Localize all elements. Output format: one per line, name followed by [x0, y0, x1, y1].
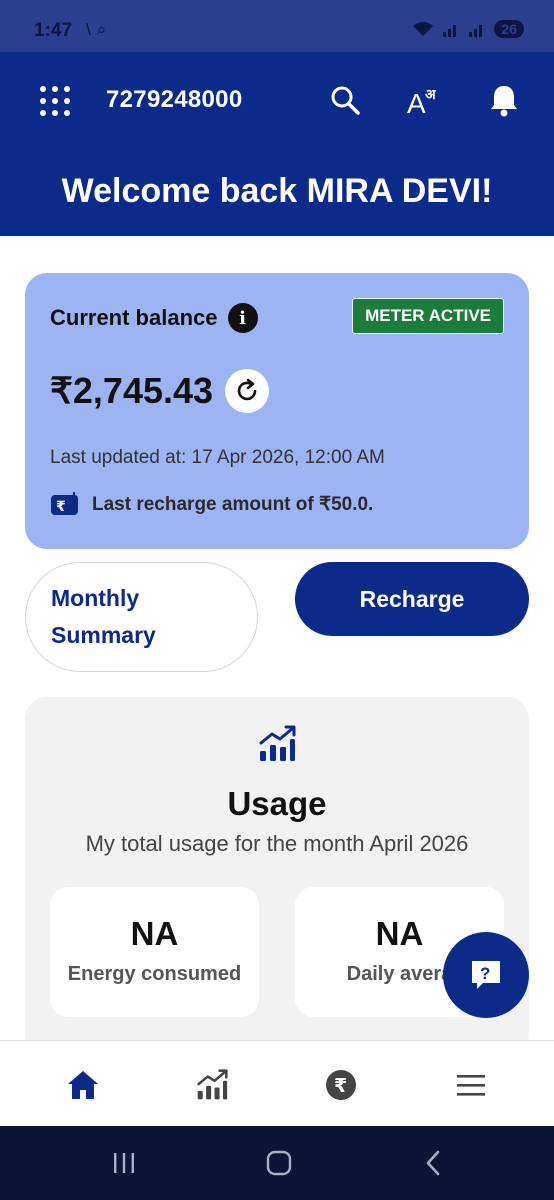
- svg-text:₹: ₹: [56, 499, 66, 515]
- signal-icon-2: [469, 25, 483, 37]
- usage-subtitle: My total usage for the month April 2026: [85, 831, 469, 856]
- usage-title: Usage: [227, 785, 327, 822]
- svg-text:अ: अ: [425, 87, 437, 103]
- monthly-summary-button[interactable]: Monthly Summary: [25, 562, 258, 672]
- status-bar: 1:47 \⌕ 26: [0, 0, 554, 52]
- missed-call-icon: \: [86, 20, 97, 39]
- grid-menu-icon[interactable]: [40, 86, 70, 116]
- recharge-wallet-icon: ₹: [51, 492, 78, 515]
- help-button[interactable]: ?: [443, 932, 529, 1018]
- language-icon[interactable]: Aअ: [404, 80, 444, 120]
- search-notification-icon: ⌕: [96, 20, 113, 39]
- energy-consumed-card: NA Energy consumed: [50, 887, 259, 1017]
- balance-title: Current balance: [50, 305, 218, 330]
- refresh-icon[interactable]: [225, 369, 270, 413]
- energy-consumed-label: Energy consumed: [67, 963, 242, 985]
- welcome-heading: Welcome back MIRA DEVI!: [61, 172, 493, 210]
- help-chat-icon: ?: [472, 961, 500, 989]
- bell-icon[interactable]: [484, 80, 524, 120]
- usage-chart-icon: [258, 725, 296, 768]
- back-icon[interactable]: [414, 1146, 454, 1180]
- status-right-icons: 26: [412, 20, 524, 38]
- energy-consumed-value: NA: [130, 915, 179, 952]
- bottom-navigation: ₹: [0, 1040, 554, 1126]
- last-recharge-text: Last recharge amount of ₹50.0.: [92, 493, 374, 515]
- usage-nav-icon[interactable]: [190, 1063, 234, 1107]
- last-recharge-row: ₹ Last recharge amount of ₹50.0.: [50, 491, 373, 517]
- balance-amount: ₹2,745.43: [50, 370, 214, 411]
- balance-card: Current balance i METER ACTIVE ₹2,745.43…: [25, 273, 529, 549]
- home-button-icon[interactable]: [259, 1146, 299, 1180]
- app-header: 7279248000 Aअ Welcome back MIRA DEVI!: [0, 52, 554, 236]
- recent-apps-icon[interactable]: [104, 1146, 144, 1180]
- recharge-button[interactable]: Recharge: [295, 562, 529, 636]
- wifi-icon: [413, 22, 434, 36]
- battery-indicator: 26: [494, 20, 524, 38]
- account-number: 7279248000: [106, 86, 243, 113]
- svg-text:?: ?: [480, 964, 490, 983]
- svg-text:₹: ₹: [334, 1075, 347, 1097]
- balance-amount-row: ₹2,745.43: [50, 369, 270, 413]
- meter-status-badge: METER ACTIVE: [352, 298, 504, 334]
- system-navigation-bar: [0, 1126, 554, 1200]
- svg-text:A: A: [407, 88, 426, 117]
- balance-title-row: Current balance i: [50, 303, 258, 333]
- monthly-summary-label-2: Summary: [51, 622, 156, 648]
- menu-icon[interactable]: [449, 1063, 493, 1107]
- home-icon[interactable]: [61, 1063, 105, 1107]
- info-icon[interactable]: i: [227, 303, 258, 333]
- monthly-summary-label-1: Monthly: [51, 585, 140, 611]
- last-updated-text: Last updated at: 17 Apr 2026, 12:00 AM: [50, 447, 385, 468]
- rupee-icon[interactable]: ₹: [319, 1063, 363, 1107]
- signal-icon: [443, 25, 457, 37]
- notification-icons: \⌕: [86, 20, 112, 40]
- search-icon[interactable]: [325, 80, 365, 120]
- status-time: 1:47: [34, 20, 73, 41]
